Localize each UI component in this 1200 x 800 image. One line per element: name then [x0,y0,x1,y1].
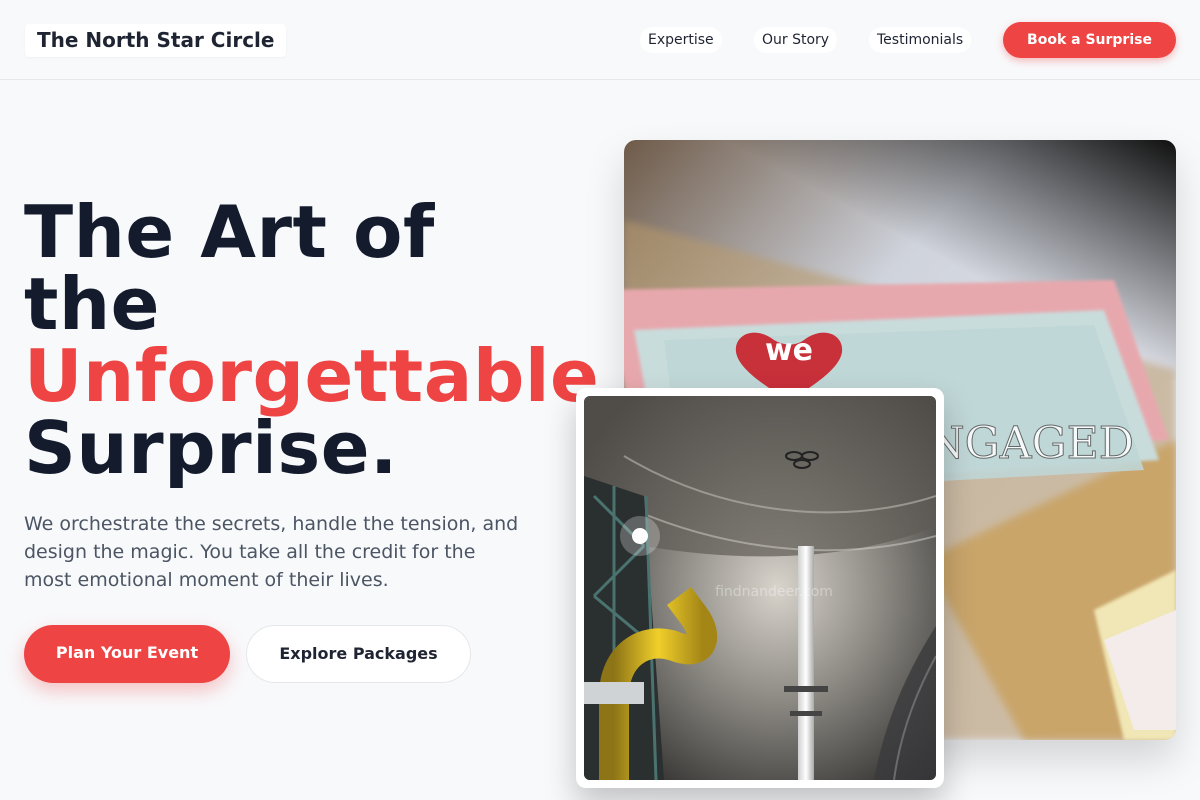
explore-packages-button[interactable]: Explore Packages [246,625,471,683]
page: The North Star Circle Expertise Our Stor… [0,0,1200,800]
nav-link-expertise[interactable]: Expertise [640,27,722,53]
hero-title-line-2: the [24,262,161,346]
nav-link-our-story[interactable]: Our Story [754,27,838,53]
brand-logo[interactable]: The North Star Circle [25,24,287,57]
hero-subtitle: We orchestrate the secrets, handle the t… [24,513,519,591]
book-surprise-button[interactable]: Book a Surprise [1003,22,1176,58]
hero-inset-image-frame: findnandeer.com [576,388,944,788]
nav-link-testimonials[interactable]: Testimonials [869,27,972,53]
inset-watermark: findnandeer.com [715,584,833,600]
hero-title-accent: Unforgettable [24,334,600,418]
hero-title: The Art of the Unforgettable Surprise. [24,196,624,484]
plan-event-button[interactable]: Plan Your Event [24,625,230,683]
tent-ceiling-photo: findnandeer.com [584,396,936,780]
site-header: The North Star Circle Expertise Our Stor… [0,0,1200,80]
hero-title-line-4: Surprise. [24,406,398,490]
hero-title-line-1: The Art of [24,190,435,274]
hero-inset-image: findnandeer.com [584,396,936,780]
heart-card-text: we [765,333,813,368]
